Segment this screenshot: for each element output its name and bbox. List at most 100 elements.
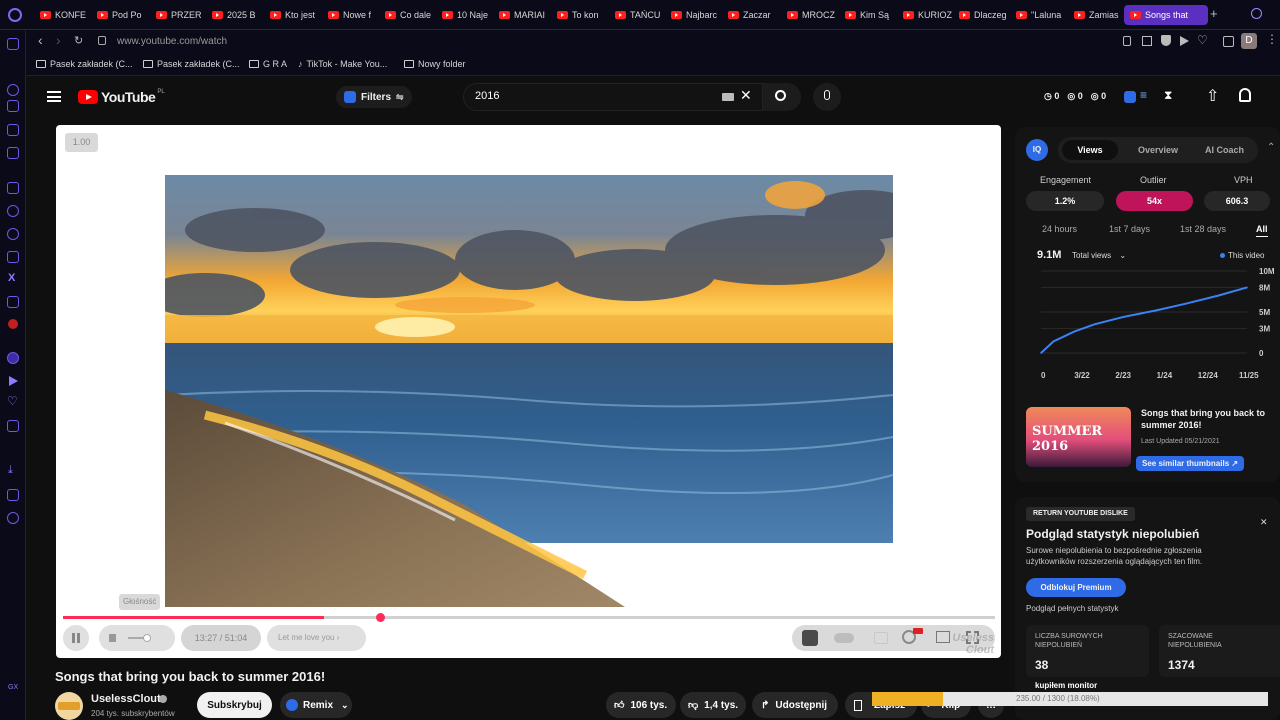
- upload-icon[interactable]: ⇧: [1206, 86, 1219, 106]
- heart-bookmark-icon[interactable]: ♡: [1197, 33, 1208, 47]
- browser-tab[interactable]: MROCZ: [787, 5, 841, 25]
- tab-views[interactable]: Views: [1062, 140, 1118, 160]
- back-icon[interactable]: ‹: [38, 32, 43, 48]
- spotify-icon[interactable]: [7, 352, 19, 364]
- browser-tab[interactable]: Nowe f: [328, 5, 382, 25]
- play-icon[interactable]: [9, 376, 18, 386]
- browser-tab[interactable]: Kto jest: [270, 5, 324, 25]
- chat-icon[interactable]: [7, 205, 19, 217]
- more-sidebar-icon[interactable]: GX: [8, 684, 18, 691]
- player-icon[interactable]: [1180, 36, 1189, 46]
- bookmark-folder-1[interactable]: Pasek zakładek (C...: [36, 59, 133, 69]
- heart-icon[interactable]: ♡: [7, 394, 18, 408]
- browser-tab[interactable]: 10 Naje: [442, 5, 496, 25]
- unlock-premium-button[interactable]: Odblokuj Premium: [1026, 578, 1126, 597]
- twitch-icon[interactable]: [7, 182, 19, 194]
- search-button[interactable]: [763, 83, 801, 111]
- ryd-close-icon[interactable]: ✕: [1260, 517, 1268, 528]
- channel-name[interactable]: UselessClout: [91, 693, 161, 705]
- range-7d[interactable]: 1st 7 days: [1109, 224, 1150, 234]
- bag-icon[interactable]: [7, 100, 19, 112]
- tab-overview[interactable]: Overview: [1138, 145, 1178, 155]
- instagram-icon[interactable]: [7, 251, 19, 263]
- hourglass-icon[interactable]: ⧗: [1164, 88, 1172, 103]
- bookmark-folder-4[interactable]: Nowy folder: [404, 59, 466, 69]
- clear-search-icon[interactable]: ✕: [740, 87, 752, 104]
- filters-button[interactable]: Filters ⇋: [336, 86, 412, 108]
- search-input[interactable]: 2016: [475, 90, 499, 102]
- video-thumbnail[interactable]: SUMMER 2016: [1026, 407, 1131, 467]
- telegram-icon[interactable]: [7, 228, 19, 240]
- url-field[interactable]: www.youtube.com/watch: [117, 36, 227, 47]
- extensions-icon[interactable]: [1223, 36, 1234, 47]
- bookmark-folder-3[interactable]: G R A: [249, 59, 287, 69]
- vidiq-player-icon[interactable]: [802, 630, 818, 646]
- subtitles-icon[interactable]: [874, 632, 888, 644]
- pin-icon[interactable]: [1123, 36, 1131, 46]
- browser-tab[interactable]: Co dale: [385, 5, 439, 25]
- browser-tab[interactable]: Najbarc: [671, 5, 725, 25]
- counter-group[interactable]: ◷ 0 ◎ 0 ◎ 0: [1044, 91, 1106, 102]
- browser-tab[interactable]: KONFE: [40, 5, 94, 25]
- browser-tab[interactable]: Zaczar: [728, 5, 782, 25]
- shield-icon[interactable]: [1161, 35, 1171, 46]
- tab-ai-coach[interactable]: AI Coach: [1205, 145, 1244, 155]
- playback-speed-badge[interactable]: 1.00: [65, 133, 98, 152]
- range-24h[interactable]: 24 hours: [1042, 224, 1077, 234]
- remix-button[interactable]: Remix ⌄: [280, 692, 352, 718]
- browser-tab[interactable]: To kon: [557, 5, 611, 25]
- reload-icon[interactable]: ↻: [74, 34, 83, 47]
- youtube-logo[interactable]: YouTube PL: [78, 89, 165, 105]
- wallet-icon[interactable]: [7, 124, 19, 136]
- archive-icon[interactable]: [7, 420, 19, 432]
- browser-tab[interactable]: Dlaczeg: [959, 5, 1013, 25]
- see-similar-button[interactable]: See similar thumbnails ↗: [1136, 456, 1245, 471]
- history-icon[interactable]: [7, 84, 19, 96]
- search-box[interactable]: [463, 83, 763, 111]
- extension-red-icon[interactable]: [8, 319, 18, 329]
- profile-avatar[interactable]: D: [1241, 33, 1257, 49]
- views-dropdown[interactable]: Total views ⌄: [1072, 251, 1126, 260]
- volume-control[interactable]: [99, 625, 175, 651]
- range-28d[interactable]: 1st 28 days: [1180, 224, 1226, 234]
- x-icon[interactable]: X: [8, 272, 15, 284]
- collapse-chevron-icon[interactable]: ⌃: [1267, 142, 1275, 153]
- bookmark-tiktok[interactable]: ♪ TikTok - Make You...: [298, 59, 387, 69]
- dislike-button[interactable]: 👎︎ 1,4 tys.: [680, 692, 746, 718]
- cube-icon[interactable]: [7, 489, 19, 501]
- volume-knob[interactable]: [143, 634, 151, 642]
- hamburger-menu-icon[interactable]: [47, 91, 61, 102]
- autoplay-toggle[interactable]: [834, 633, 854, 643]
- progress-scrubber[interactable]: [375, 613, 385, 622]
- browser-tab[interactable]: Kim Są: [845, 5, 899, 25]
- list-settings-icon[interactable]: ≡: [1140, 88, 1147, 102]
- snapshot-icon[interactable]: [1142, 36, 1152, 46]
- vidiq-header-icon[interactable]: [1124, 91, 1136, 103]
- keyboard-icon[interactable]: [722, 93, 734, 101]
- chapter-button[interactable]: Let me love you ›: [267, 625, 366, 651]
- search-tabs-icon[interactable]: [1251, 8, 1262, 19]
- browser-tab[interactable]: "Laluna: [1016, 5, 1070, 25]
- browser-tab[interactable]: MARIAI: [499, 5, 553, 25]
- browser-tab[interactable]: 2025 B: [212, 5, 266, 25]
- like-button[interactable]: 👍︎ 106 tys.: [606, 692, 676, 718]
- video-frame[interactable]: [165, 175, 893, 607]
- browser-tab[interactable]: Zamias: [1074, 5, 1128, 25]
- new-tab-icon[interactable]: +: [1210, 7, 1218, 21]
- menu-dots-icon[interactable]: ⋮: [1266, 32, 1278, 46]
- download-icon[interactable]: ⤓: [8, 464, 13, 477]
- browser-tab[interactable]: Pod Po: [97, 5, 151, 25]
- browser-tab[interactable]: PRZER: [156, 5, 210, 25]
- voice-search-button[interactable]: [813, 83, 841, 111]
- range-all[interactable]: All: [1256, 224, 1268, 234]
- notifications-bell-icon[interactable]: [1239, 88, 1251, 102]
- discord-icon[interactable]: [7, 296, 19, 308]
- notes-icon[interactable]: [7, 147, 19, 159]
- forward-icon[interactable]: ›: [56, 32, 61, 48]
- browser-logo-icon[interactable]: [8, 8, 22, 22]
- play-pause-button[interactable]: [63, 625, 89, 651]
- progress-track[interactable]: [63, 616, 995, 619]
- bookmark-folder-2[interactable]: Pasek zakładek (C...: [143, 59, 240, 69]
- messenger-icon[interactable]: [7, 38, 19, 50]
- channel-avatar[interactable]: [55, 692, 83, 720]
